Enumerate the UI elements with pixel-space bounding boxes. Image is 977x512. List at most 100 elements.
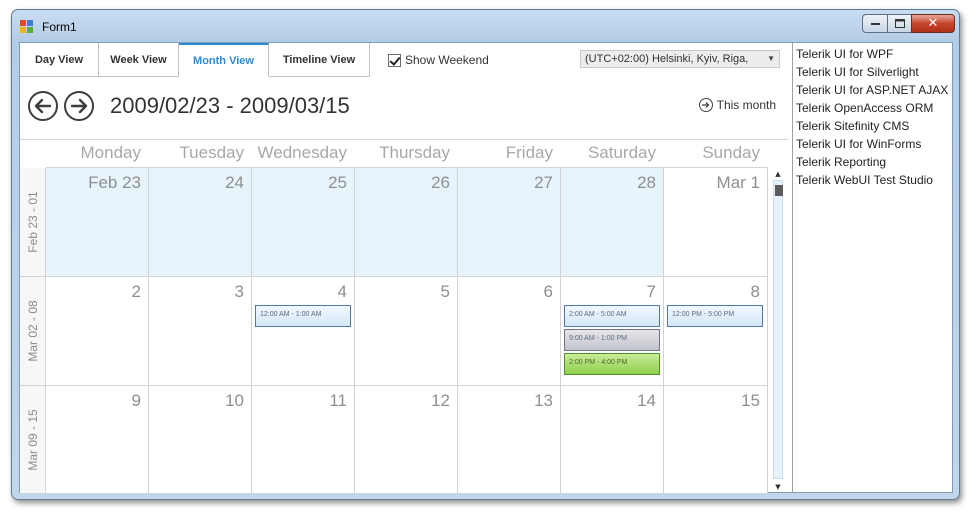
day-number: 12 (431, 391, 450, 410)
navigation-row: 2009/02/23 - 2009/03/15 This month (20, 88, 788, 128)
tab-week-view[interactable]: Week View (99, 43, 179, 77)
dropdown-arrow-icon: ▼ (767, 54, 775, 63)
close-icon: ✕ (927, 16, 939, 31)
scheduler: Day View Week View Month View Timeline V… (20, 43, 788, 493)
list-item[interactable]: Telerik UI for ASP.NET AJAX (793, 81, 952, 99)
day-header: Tuesday (179, 143, 244, 162)
day-cell[interactable]: 9 (46, 386, 149, 493)
day-number: Feb 23 (88, 173, 141, 192)
day-header: Monday (80, 143, 141, 162)
appointment[interactable]: 2:00 AM - 5:00 AM (564, 305, 660, 327)
minimize-icon (870, 22, 880, 25)
day-cell[interactable]: Feb 23 (46, 168, 149, 276)
previous-button[interactable] (28, 91, 58, 121)
app-icon (20, 20, 34, 34)
day-number: 13 (534, 391, 553, 410)
view-tabstrip: Day View Week View Month View Timeline V… (20, 43, 370, 77)
day-cell[interactable]: 13 (458, 386, 561, 493)
day-number: 4 (337, 282, 347, 301)
day-cell[interactable]: 14 (561, 386, 664, 493)
this-month-label: This month (716, 98, 776, 112)
day-number: 2 (131, 282, 141, 301)
scroll-down-icon[interactable]: ▼ (770, 481, 786, 493)
week-row: Mar 09 - 15 9 10 11 12 13 14 15 (20, 386, 768, 493)
list-item[interactable]: Telerik OpenAccess ORM (793, 99, 952, 117)
day-number: 28 (637, 173, 656, 192)
timezone-select[interactable]: (UTC+02:00) Helsinki, Kyiv, Riga, ▼ (580, 50, 780, 68)
day-header-row: Monday Tuesday Wednesday Thursday Friday… (46, 140, 768, 168)
day-header: Wednesday (257, 143, 347, 162)
title-bar[interactable]: Form1 ✕ (12, 10, 959, 42)
show-weekend-checkbox[interactable] (388, 53, 401, 67)
arrow-left-icon (34, 98, 52, 114)
day-cell[interactable]: 11 (252, 386, 355, 493)
day-number: 11 (329, 391, 347, 410)
day-number: 25 (328, 173, 347, 192)
week-label: Feb 23 - 01 (20, 168, 46, 276)
this-month-button[interactable]: This month (698, 98, 776, 112)
day-header: Sunday (702, 143, 760, 162)
day-cell[interactable]: 15 (664, 386, 768, 493)
day-number: 9 (131, 391, 141, 410)
day-cell[interactable]: Mar 1 (664, 168, 768, 276)
day-cell[interactable]: 26 (355, 168, 458, 276)
tab-timeline-view[interactable]: Timeline View (269, 43, 370, 77)
form-window: Form1 ✕ Day View Week View Month View Ti… (11, 9, 960, 500)
day-header: Thursday (379, 143, 450, 162)
day-cell[interactable]: 6 (458, 277, 561, 385)
month-calendar: Monday Tuesday Wednesday Thursday Friday… (20, 139, 788, 493)
day-number: 15 (741, 391, 760, 410)
day-cell[interactable]: 4 12:00 AM - 1:00 AM (252, 277, 355, 385)
list-item[interactable]: Telerik Reporting (793, 153, 952, 171)
list-item[interactable]: Telerik WebUI Test Studio (793, 171, 952, 189)
day-cell[interactable]: 2 (46, 277, 149, 385)
client-area: Day View Week View Month View Timeline V… (19, 42, 953, 493)
tab-month-view[interactable]: Month View (179, 43, 269, 77)
scrollbar-track[interactable] (773, 180, 783, 479)
close-button[interactable]: ✕ (911, 14, 955, 33)
day-number: 3 (234, 282, 244, 301)
day-number: 26 (431, 173, 450, 192)
day-cell[interactable]: 8 12:00 PM - 5:00 PM (664, 277, 768, 385)
day-number: Mar 1 (716, 173, 760, 192)
day-number: 7 (646, 282, 656, 301)
appointment[interactable]: 12:00 PM - 5:00 PM (667, 305, 763, 327)
day-header: Saturday (587, 143, 656, 162)
day-cell[interactable]: 5 (355, 277, 458, 385)
maximize-icon (894, 19, 905, 28)
day-number: 8 (750, 282, 760, 301)
list-item[interactable]: Telerik UI for WinForms (793, 135, 952, 153)
next-button[interactable] (64, 91, 94, 121)
scroll-up-icon[interactable]: ▲ (770, 168, 786, 180)
arrow-right-icon (70, 98, 88, 114)
day-cell[interactable]: 28 (561, 168, 664, 276)
day-number: 27 (534, 173, 553, 192)
day-cell[interactable]: 27 (458, 168, 561, 276)
show-weekend-toggle[interactable]: Show Weekend (388, 53, 489, 67)
day-cell[interactable]: 25 (252, 168, 355, 276)
day-cell[interactable]: 24 (149, 168, 252, 276)
appointment[interactable]: 9:00 AM - 1:00 PM (564, 329, 660, 351)
appointment[interactable]: 2:00 PM - 4:00 PM (564, 353, 660, 375)
day-cell[interactable]: 7 2:00 AM - 5:00 AM 9:00 AM - 1:00 PM 2:… (561, 277, 664, 385)
week-label: Mar 09 - 15 (20, 386, 46, 493)
products-listbox[interactable]: Telerik UI for WPF Telerik UI for Silver… (792, 43, 952, 492)
week-row: Mar 02 - 08 2 3 4 12:00 AM - 1:00 AM 5 6… (20, 277, 768, 386)
day-number: 14 (637, 391, 656, 410)
list-item[interactable]: Telerik UI for WPF (793, 45, 952, 63)
day-number: 5 (440, 282, 450, 301)
day-cell[interactable]: 10 (149, 386, 252, 493)
date-range-title: 2009/02/23 - 2009/03/15 (110, 93, 350, 118)
minimize-button[interactable] (862, 14, 887, 33)
list-item[interactable]: Telerik Sitefinity CMS (793, 117, 952, 135)
scrollbar-thumb[interactable] (775, 185, 783, 196)
day-cell[interactable]: 12 (355, 386, 458, 493)
tab-day-view[interactable]: Day View (20, 43, 99, 77)
appointment[interactable]: 12:00 AM - 1:00 AM (255, 305, 351, 327)
vertical-scrollbar[interactable]: ▲ ▼ (770, 168, 786, 493)
list-item[interactable]: Telerik UI for Silverlight (793, 63, 952, 81)
day-cell[interactable]: 3 (149, 277, 252, 385)
week-row: Feb 23 - 01 Feb 23 24 25 26 27 28 Mar 1 (20, 168, 768, 277)
maximize-button[interactable] (887, 14, 911, 33)
week-label: Mar 02 - 08 (20, 277, 46, 385)
